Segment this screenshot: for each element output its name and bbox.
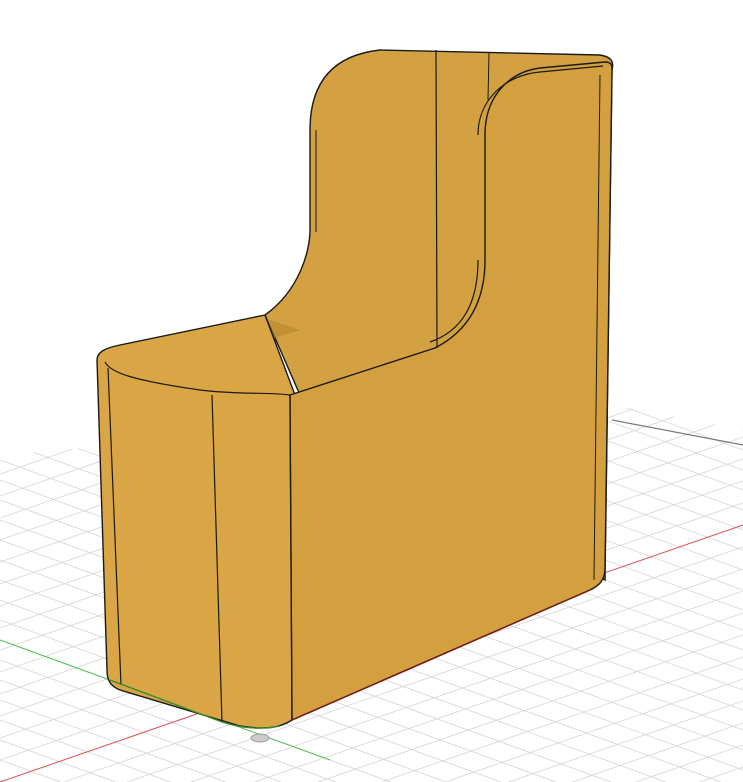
grid-line (699, 766, 743, 782)
grid-line (572, 722, 743, 782)
cad-3d-viewport[interactable] (0, 0, 743, 782)
grid-line (0, 0, 162, 56)
model-box[interactable] (96, 49, 614, 729)
left-face (96, 314, 296, 729)
grid-line (0, 0, 226, 78)
grid-line (0, 699, 226, 782)
grid-line (0, 0, 35, 12)
viewport-canvas[interactable] (0, 0, 743, 782)
origin-marker-icon (250, 733, 270, 743)
major-grid-line (611, 419, 743, 446)
grid-line (0, 0, 289, 100)
grid-line (445, 678, 743, 782)
grid-line (0, 0, 98, 34)
grid-line (508, 700, 743, 782)
grid-line (0, 0, 353, 122)
